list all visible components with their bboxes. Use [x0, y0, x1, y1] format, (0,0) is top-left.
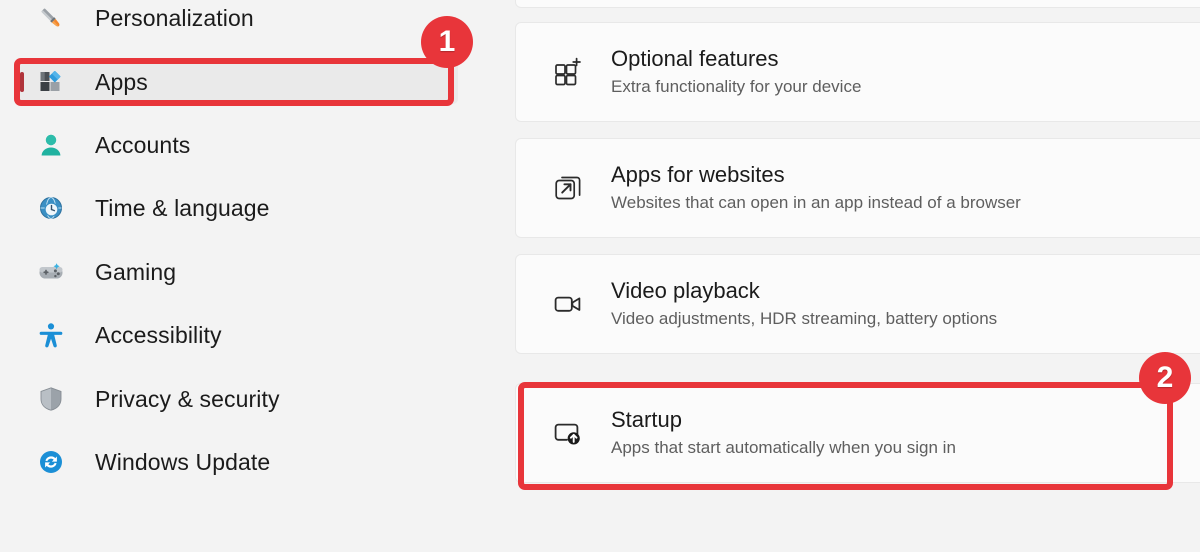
- sidebar-item-time-and-language[interactable]: Time & language: [18, 186, 458, 230]
- paintbrush-icon: [36, 3, 66, 33]
- card-subtitle: Websites that can open in an app instead…: [611, 193, 1021, 212]
- grid-plus-icon: [551, 55, 585, 89]
- card-partial-top[interactable]: [515, 0, 1200, 8]
- sidebar-item-label: Privacy & security: [95, 385, 280, 412]
- shield-icon: [36, 384, 66, 414]
- sidebar-item-label: Gaming: [95, 258, 177, 285]
- sidebar-item-label: Time & language: [95, 194, 270, 221]
- sidebar-item-personalization[interactable]: Personalization: [18, 0, 458, 40]
- sidebar-item-gaming[interactable]: Gaming: [18, 250, 458, 294]
- card-apps-for-websites[interactable]: Apps for websites Websites that can open…: [515, 138, 1200, 238]
- apps-settings-list: Optional features Extra functionality fo…: [505, 0, 1200, 552]
- card-title: Startup: [611, 407, 682, 432]
- video-camera-icon: [551, 287, 585, 321]
- sidebar-item-privacy-and-security[interactable]: Privacy & security: [18, 377, 458, 421]
- sidebar-item-label: Accounts: [95, 131, 191, 158]
- card-text: Apps for websites Websites that can open…: [611, 161, 1021, 215]
- external-link-icon: [551, 171, 585, 205]
- accessibility-person-icon: [36, 320, 66, 350]
- card-text: Startup Apps that start automatically wh…: [611, 406, 956, 460]
- card-video-playback[interactable]: Video playback Video adjustments, HDR st…: [515, 254, 1200, 354]
- sidebar-item-windows-update[interactable]: Windows Update: [18, 440, 458, 484]
- card-subtitle: Extra functionality for your device: [611, 77, 862, 96]
- sidebar-item-label: Personalization: [95, 4, 254, 31]
- apps-icon: [36, 67, 66, 97]
- card-startup[interactable]: Startup Apps that start automatically wh…: [515, 383, 1200, 483]
- callout-badge-1: 1: [421, 16, 473, 68]
- settings-sidebar: Personalization Apps Accounts Time & lan…: [0, 0, 505, 552]
- card-title: Optional features: [611, 46, 779, 71]
- person-icon: [36, 130, 66, 160]
- sidebar-item-accounts[interactable]: Accounts: [18, 123, 458, 167]
- selection-indicator: [20, 72, 24, 92]
- sidebar-item-apps[interactable]: Apps: [18, 60, 458, 104]
- card-text: Optional features Extra functionality fo…: [611, 45, 861, 99]
- settings-window: Personalization Apps Accounts Time & lan…: [0, 0, 1200, 552]
- card-subtitle: Apps that start automatically when you s…: [611, 438, 956, 457]
- card-text: Video playback Video adjustments, HDR st…: [611, 277, 997, 331]
- card-title: Video playback: [611, 278, 760, 303]
- card-title: Apps for websites: [611, 162, 785, 187]
- gamepad-icon: [36, 257, 66, 287]
- refresh-circle-icon: [36, 447, 66, 477]
- sidebar-item-accessibility[interactable]: Accessibility: [18, 313, 458, 357]
- startup-arrow-icon: [551, 416, 585, 450]
- sidebar-item-label: Apps: [95, 68, 148, 95]
- card-optional-features[interactable]: Optional features Extra functionality fo…: [515, 22, 1200, 122]
- sidebar-item-label: Windows Update: [95, 448, 271, 475]
- clock-globe-icon: [36, 193, 66, 223]
- callout-badge-2: 2: [1139, 352, 1191, 404]
- card-subtitle: Video adjustments, HDR streaming, batter…: [611, 309, 998, 328]
- sidebar-item-label: Accessibility: [95, 321, 222, 348]
